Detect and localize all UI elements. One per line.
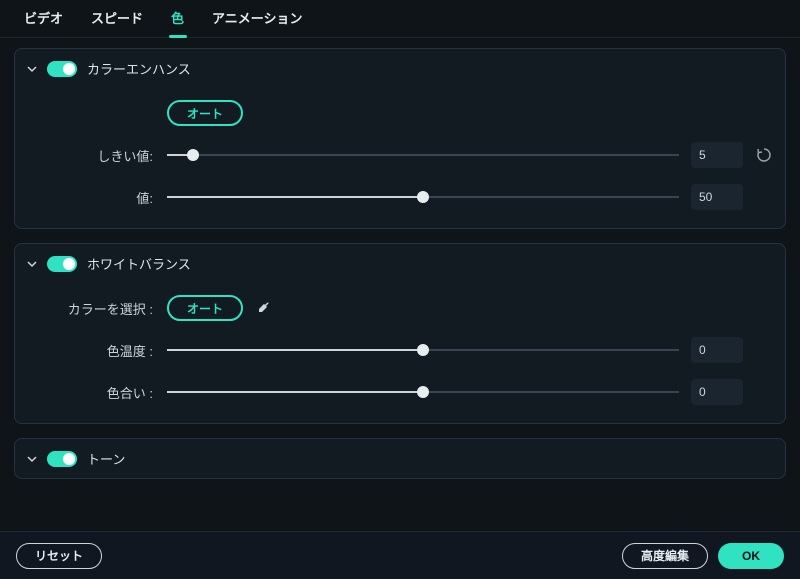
threshold-slider[interactable] <box>167 146 679 164</box>
chevron-down-icon <box>27 259 37 269</box>
temperature-slider[interactable] <box>167 341 679 359</box>
threshold-label: しきい値: <box>27 146 167 165</box>
section-title: トーン <box>87 449 125 468</box>
section-tone: トーン <box>14 438 786 479</box>
auto-button-color-enhance[interactable]: オート <box>167 100 243 126</box>
advanced-edit-button[interactable]: 高度編集 <box>622 543 708 569</box>
tab-speed[interactable]: スピード <box>77 0 157 38</box>
tab-video[interactable]: ビデオ <box>10 0 77 38</box>
reset-button[interactable]: リセット <box>16 543 102 569</box>
section-header-color-enhance[interactable]: カラーエンハンス <box>15 49 785 88</box>
tint-slider[interactable] <box>167 383 679 401</box>
color-panel-scroll[interactable]: カラーエンハンス オート しきい値: 5 <box>0 38 800 531</box>
auto-button-white-balance[interactable]: オート <box>167 295 243 321</box>
threshold-value[interactable]: 5 <box>691 142 743 168</box>
value-slider[interactable] <box>167 188 679 206</box>
ok-button[interactable]: OK <box>718 543 784 569</box>
section-white-balance: ホワイトバランス カラーを選択 : オート 色温度 : <box>14 243 786 424</box>
eyedropper-icon[interactable] <box>255 299 273 317</box>
footer-bar: リセット 高度編集 OK <box>0 531 800 579</box>
value-value[interactable]: 50 <box>691 184 743 210</box>
tint-label: 色合い : <box>27 383 167 402</box>
temperature-value[interactable]: 0 <box>691 337 743 363</box>
toggle-tone[interactable] <box>47 451 77 467</box>
tab-animation[interactable]: アニメーション <box>198 0 316 38</box>
reset-icon[interactable] <box>755 146 773 164</box>
tab-color[interactable]: 色 <box>157 0 198 38</box>
toggle-color-enhance[interactable] <box>47 61 77 77</box>
section-color-enhance: カラーエンハンス オート しきい値: 5 <box>14 48 786 229</box>
section-title: カラーエンハンス <box>87 59 191 78</box>
section-header-white-balance[interactable]: ホワイトバランス <box>15 244 785 283</box>
temperature-label: 色温度 : <box>27 341 167 360</box>
tab-bar: ビデオ スピード 色 アニメーション <box>0 0 800 38</box>
value-label: 値: <box>27 188 167 207</box>
toggle-white-balance[interactable] <box>47 256 77 272</box>
chevron-down-icon <box>27 64 37 74</box>
section-title: ホワイトバランス <box>87 254 191 273</box>
color-picker-label: カラーを選択 : <box>27 299 167 318</box>
chevron-down-icon <box>27 454 37 464</box>
section-header-tone[interactable]: トーン <box>15 439 785 478</box>
tint-value[interactable]: 0 <box>691 379 743 405</box>
